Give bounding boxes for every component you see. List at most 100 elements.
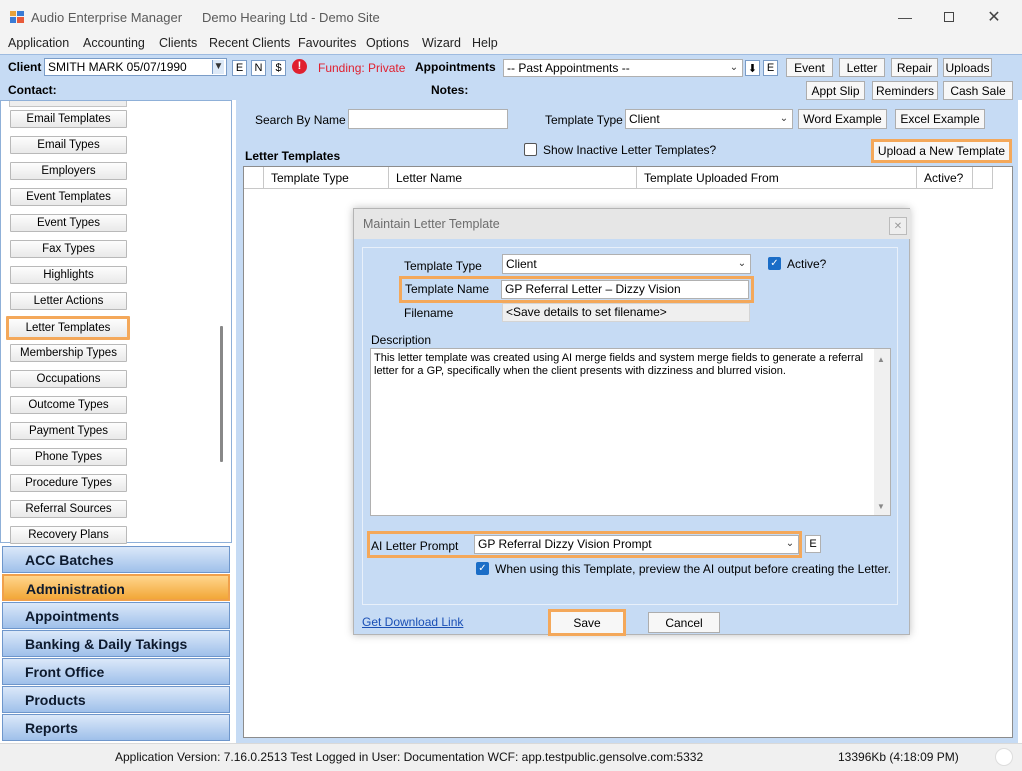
sidebar-item-payment-types[interactable]: Payment Types [10, 422, 127, 440]
client-edit-button[interactable]: E [232, 60, 247, 76]
column-header-template-type[interactable]: Template Type [264, 167, 389, 189]
save-button[interactable]: Save [548, 609, 626, 636]
event-button[interactable]: Event [786, 58, 833, 77]
sidebar-item-event-templates[interactable]: Event Templates [10, 188, 127, 206]
cancel-button[interactable]: Cancel [648, 612, 720, 633]
repair-button[interactable]: Repair [891, 58, 938, 77]
close-icon[interactable]: ✕ [971, 0, 1017, 34]
menu-wizard[interactable]: Wizard [422, 36, 461, 50]
ai-prompt-edit-button[interactable]: E [805, 535, 821, 553]
ai-prompt-select[interactable]: GP Referral Dizzy Vision Prompt ⌄ [474, 535, 799, 554]
active-checkbox[interactable]: ✓ [768, 257, 781, 270]
sidebar-item-outcome-types[interactable]: Outcome Types [10, 396, 127, 414]
download-icon[interactable]: ⬇ [745, 60, 760, 76]
nav-group-administration[interactable]: Administration [2, 574, 230, 601]
chevron-down-icon: ⌄ [737, 258, 747, 269]
column-header-active[interactable]: Active? [917, 167, 973, 189]
cash-sale-button[interactable]: Cash Sale [943, 81, 1013, 100]
client-account-button[interactable]: $ [271, 60, 286, 76]
sidebar-item-recovery-plans[interactable]: Recovery Plans [10, 526, 127, 544]
menu-help[interactable]: Help [472, 36, 498, 50]
column-header-letter-name[interactable]: Letter Name [389, 167, 637, 189]
template-name-label: Template Name [405, 282, 490, 296]
alert-icon[interactable]: ! [292, 59, 307, 74]
scroll-down-icon[interactable]: ▼ [877, 502, 885, 511]
template-type-select[interactable]: Client ⌄ [625, 109, 793, 129]
description-scrollbar[interactable]: ▲ ▼ [874, 349, 890, 515]
filename-label: Filename [404, 306, 454, 320]
preview-ai-checkbox[interactable]: ✓ [476, 562, 489, 575]
client-select[interactable]: SMITH MARK 05/07/1990 ▼ [44, 58, 227, 76]
sidebar-item-phone-types[interactable]: Phone Types [10, 448, 127, 466]
appointments-edit-button[interactable]: E [763, 60, 778, 76]
sidebar-item-fax-types[interactable]: Fax Types [10, 240, 127, 258]
preview-ai-label: When using this Template, preview the AI… [495, 562, 892, 576]
sidebar-item-letter-templates[interactable]: Letter Templates [6, 316, 130, 340]
title-bar: Audio Enterprise Manager Demo Hearing Lt… [0, 0, 1022, 34]
sidebar-item-email-types[interactable]: Email Types [10, 136, 127, 154]
maintain-letter-template-dialog: Maintain Letter Template ✕ Template Type… [353, 208, 911, 636]
status-app-info: Application Version: 7.16.0.2513 Test Lo… [115, 750, 704, 764]
description-textarea[interactable]: This letter template was created using A… [370, 348, 891, 516]
word-example-button[interactable]: Word Example [798, 109, 887, 129]
dialog-template-type-select[interactable]: Client ⌄ [502, 254, 751, 274]
sidebar-item-employers[interactable]: Employers [10, 162, 127, 180]
menu-clients[interactable]: Clients [159, 36, 197, 50]
client-new-button[interactable]: N [251, 60, 266, 76]
search-name-input[interactable] [348, 109, 508, 129]
client-toolbar: Client SMITH MARK 05/07/1990 ▼ E N $ ! F… [0, 54, 1022, 100]
show-inactive-label: Show Inactive Letter Templates? [543, 143, 717, 157]
excel-example-button[interactable]: Excel Example [895, 109, 985, 129]
nav-group-banking[interactable]: Banking & Daily Takings [2, 630, 230, 657]
get-download-link[interactable]: Get Download Link [362, 615, 463, 629]
app-icon [10, 11, 24, 23]
sidebar-item-referral-sources[interactable]: Referral Sources [10, 500, 127, 518]
sidebar-item-email-templates[interactable]: Email Templates [10, 110, 127, 128]
funding-status: Funding: Private [318, 61, 406, 75]
upload-new-template-button[interactable]: Upload a New Template [871, 139, 1012, 163]
nav-group-front-office[interactable]: Front Office [2, 658, 230, 685]
active-label: Active? [787, 257, 827, 271]
list-item-partial [9, 101, 127, 107]
sidebar-item-highlights[interactable]: Highlights [10, 266, 127, 284]
letter-templates-title: Letter Templates [245, 149, 341, 163]
chevron-down-icon: ⌄ [785, 538, 795, 549]
minimize-icon[interactable]: — [882, 0, 928, 34]
dialog-close-icon[interactable]: ✕ [889, 217, 907, 235]
maximize-icon[interactable] [926, 0, 972, 34]
menu-options[interactable]: Options [366, 36, 409, 50]
menu-bar: Application Accounting Clients Recent Cl… [0, 34, 1022, 54]
menu-recent-clients[interactable]: Recent Clients [209, 36, 290, 50]
sidebar-item-letter-actions[interactable]: Letter Actions [10, 292, 127, 310]
letter-button[interactable]: Letter [839, 58, 885, 77]
menu-favourites[interactable]: Favourites [298, 36, 356, 50]
notes-label: Notes: [431, 83, 469, 97]
scroll-up-icon[interactable]: ▲ [877, 355, 885, 364]
sidebar-item-occupations[interactable]: Occupations [10, 370, 127, 388]
status-indicator-icon [995, 748, 1013, 766]
list-scrollbar[interactable] [220, 326, 223, 462]
chevron-down-icon: ⌄ [729, 62, 739, 73]
reminders-button[interactable]: Reminders [872, 81, 938, 100]
nav-group-appointments[interactable]: Appointments [2, 602, 230, 629]
show-inactive-checkbox[interactable] [524, 143, 537, 156]
sidebar-item-membership-types[interactable]: Membership Types [10, 344, 127, 362]
sidebar-item-event-types[interactable]: Event Types [10, 214, 127, 232]
nav-group-products[interactable]: Products [2, 686, 230, 713]
uploads-button[interactable]: Uploads [943, 58, 992, 77]
description-label: Description [371, 333, 432, 347]
appointments-select[interactable]: -- Past Appointments -- ⌄ [503, 59, 743, 77]
menu-application[interactable]: Application [8, 36, 69, 50]
nav-group-acc-batches[interactable]: ACC Batches [2, 546, 230, 573]
status-memory-time: 13396Kb (4:18:09 PM) [838, 750, 959, 764]
grid-spacer-header [973, 167, 993, 189]
chevron-down-icon: ▼ [212, 60, 224, 74]
appt-slip-button[interactable]: Appt Slip [806, 81, 865, 100]
column-header-uploaded-from[interactable]: Template Uploaded From [637, 167, 917, 189]
app-title: Audio Enterprise Manager [31, 10, 183, 25]
template-name-input[interactable]: GP Referral Letter – Dizzy Vision [501, 280, 749, 299]
menu-accounting[interactable]: Accounting [83, 36, 145, 50]
dialog-template-type-label: Template Type [404, 259, 482, 273]
nav-group-reports[interactable]: Reports [2, 714, 230, 741]
sidebar-item-procedure-types[interactable]: Procedure Types [10, 474, 127, 492]
